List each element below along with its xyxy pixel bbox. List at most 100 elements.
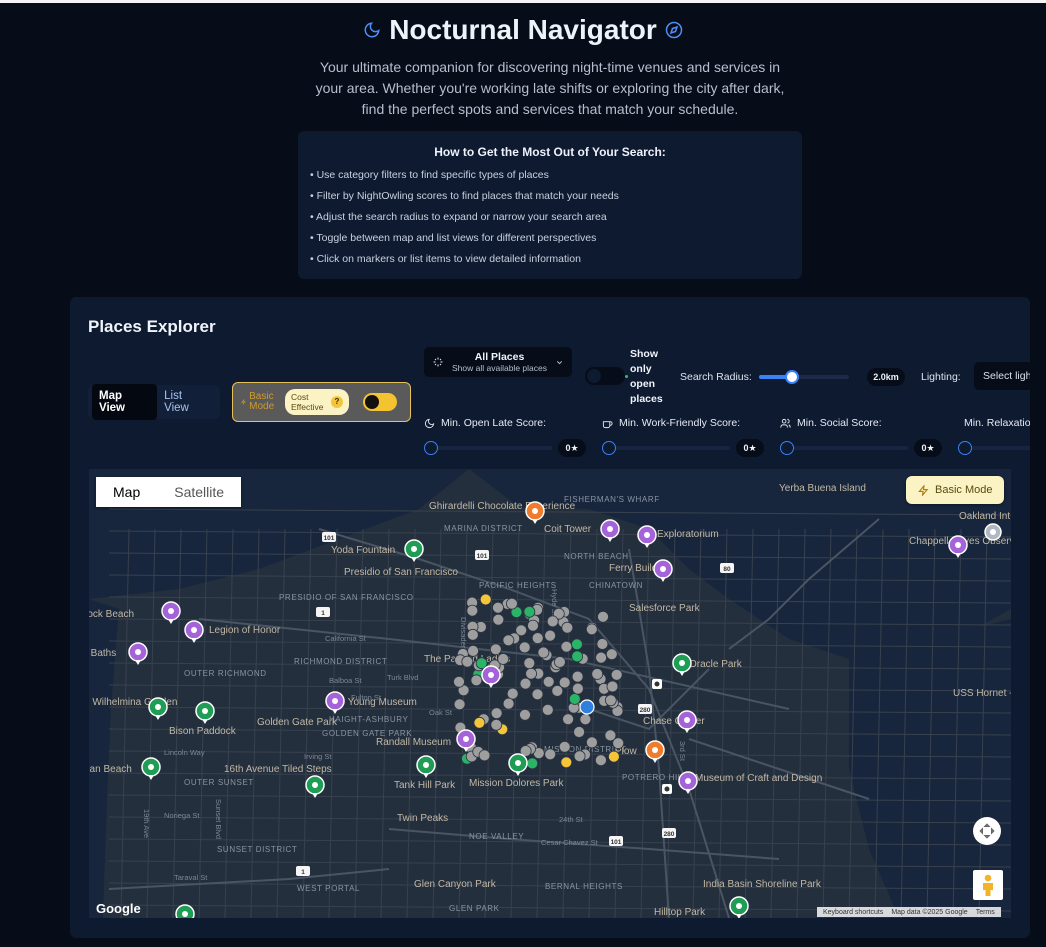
venue-marker[interactable] xyxy=(492,601,504,614)
venue-marker[interactable] xyxy=(546,615,559,628)
fullscreen-button[interactable] xyxy=(973,817,1001,845)
venue-marker[interactable] xyxy=(531,688,544,701)
help-icon[interactable]: ? xyxy=(331,396,343,408)
place-label: GLEN PARK xyxy=(449,904,500,913)
venue-marker[interactable] xyxy=(506,687,519,700)
venue-marker[interactable] xyxy=(466,604,479,617)
venue-marker[interactable] xyxy=(505,597,518,610)
venue-marker[interactable] xyxy=(523,605,536,618)
venue-marker[interactable] xyxy=(497,653,510,665)
venue-marker[interactable] xyxy=(544,629,557,642)
score-slider-track[interactable] xyxy=(964,446,1030,450)
venue-marker[interactable] xyxy=(594,754,607,767)
terms-link[interactable]: Terms xyxy=(972,909,999,916)
venue-marker[interactable] xyxy=(518,641,531,654)
score-slider-thumb[interactable] xyxy=(958,441,972,455)
score-slider-thumb[interactable] xyxy=(602,441,616,455)
venue-marker[interactable] xyxy=(585,736,598,749)
venue-marker[interactable] xyxy=(605,648,618,661)
venue-marker[interactable] xyxy=(596,638,609,650)
venue-marker[interactable] xyxy=(489,643,502,656)
poi-marker-park[interactable] xyxy=(175,904,195,918)
venue-marker[interactable] xyxy=(612,737,625,750)
venue-marker[interactable] xyxy=(544,748,557,761)
score-slider-thumb[interactable] xyxy=(424,441,438,455)
cost-effective-pill[interactable]: Cost Effective ? xyxy=(285,389,349,415)
score-slider-track[interactable] xyxy=(430,446,552,450)
venue-marker[interactable] xyxy=(542,675,555,688)
venue-marker[interactable] xyxy=(523,657,536,670)
map-canvas[interactable]: Ghirardelli Chocolate Experience FISHERMA… xyxy=(89,469,1011,918)
venue-marker[interactable] xyxy=(473,716,486,729)
mode-toggle[interactable] xyxy=(363,393,397,411)
street-label: Taraval St xyxy=(174,873,208,882)
relaxation-score-filter: Min. Relaxation xyxy=(958,417,1030,461)
venue-marker[interactable] xyxy=(492,613,505,626)
map-view-button[interactable]: Map View xyxy=(92,384,158,420)
venue-marker[interactable] xyxy=(467,644,480,657)
venue-marker[interactable] xyxy=(585,623,598,636)
venue-marker[interactable] xyxy=(558,676,571,689)
venue-marker[interactable] xyxy=(573,726,586,738)
score-slider-thumb[interactable] xyxy=(780,441,794,455)
venue-marker[interactable] xyxy=(579,713,592,726)
venue-marker[interactable] xyxy=(526,757,539,770)
venue-marker[interactable] xyxy=(490,707,503,720)
venue-marker[interactable] xyxy=(541,703,554,716)
street-view-pegman[interactable] xyxy=(973,870,1003,900)
list-view-button[interactable]: List View xyxy=(157,384,216,420)
venue-marker[interactable] xyxy=(527,619,539,632)
venue-marker[interactable] xyxy=(502,634,515,647)
venue-marker[interactable] xyxy=(519,708,531,721)
venue-marker[interactable] xyxy=(470,674,483,687)
venue-marker[interactable] xyxy=(479,593,492,606)
venue-marker[interactable] xyxy=(553,656,566,668)
venue-marker[interactable] xyxy=(608,750,620,763)
venue-marker[interactable] xyxy=(537,646,550,659)
venue-marker[interactable] xyxy=(597,610,609,623)
map-tab-satellite[interactable]: Satellite xyxy=(157,477,241,507)
venue-marker[interactable] xyxy=(558,740,571,753)
venue-marker[interactable] xyxy=(502,697,515,710)
venue-marker[interactable] xyxy=(568,693,581,705)
radius-slider-thumb[interactable] xyxy=(785,370,799,384)
keyboard-shortcuts-link[interactable]: Keyboard shortcuts xyxy=(819,909,887,916)
venue-marker[interactable] xyxy=(525,667,538,680)
category-select[interactable]: All Places Show all available places xyxy=(424,347,572,377)
venue-marker[interactable] xyxy=(591,668,604,680)
svg-text:101: 101 xyxy=(611,839,622,846)
map-tab-map[interactable]: Map xyxy=(96,477,157,507)
venue-marker[interactable] xyxy=(560,756,573,769)
cost-pill-text: Cost Effective xyxy=(291,392,324,412)
venue-marker[interactable] xyxy=(562,713,575,726)
score-slider-track[interactable] xyxy=(786,446,908,450)
venue-marker[interactable] xyxy=(610,668,623,681)
venue-marker[interactable] xyxy=(478,749,491,762)
basic-mode-badge[interactable]: Basic Mode xyxy=(906,476,1005,504)
venue-marker[interactable] xyxy=(531,632,544,645)
open-late-score-filter: Min. Open Late Score: 0★ xyxy=(424,417,594,461)
venue-marker[interactable] xyxy=(490,718,503,731)
venue-marker[interactable] xyxy=(604,694,617,707)
venue-marker[interactable] xyxy=(519,677,532,690)
venue-marker[interactable] xyxy=(560,640,573,653)
venue-marker[interactable] xyxy=(461,655,474,668)
venue-marker[interactable] xyxy=(571,670,584,683)
score-slider-track[interactable] xyxy=(608,446,730,450)
map-base[interactable]: Ghirardelli Chocolate ExperienceFISHERMA… xyxy=(89,469,1011,918)
venue-marker[interactable] xyxy=(571,650,584,663)
open-only-toggle[interactable] xyxy=(585,367,625,385)
selected-location-marker[interactable] xyxy=(579,699,595,715)
place-label: ro Baths xyxy=(89,648,116,659)
venue-marker[interactable] xyxy=(573,750,586,763)
venue-marker[interactable] xyxy=(453,675,465,688)
lighting-select[interactable]: Select lighting xyxy=(974,362,1030,390)
venue-marker[interactable] xyxy=(466,628,479,641)
venue-marker[interactable] xyxy=(571,638,583,651)
venue-marker[interactable] xyxy=(561,621,574,634)
venue-marker[interactable] xyxy=(453,698,466,711)
venue-marker[interactable] xyxy=(571,682,584,695)
venue-marker[interactable] xyxy=(606,680,619,693)
current-location-marker[interactable] xyxy=(984,523,1002,541)
venue-marker[interactable] xyxy=(595,651,607,664)
